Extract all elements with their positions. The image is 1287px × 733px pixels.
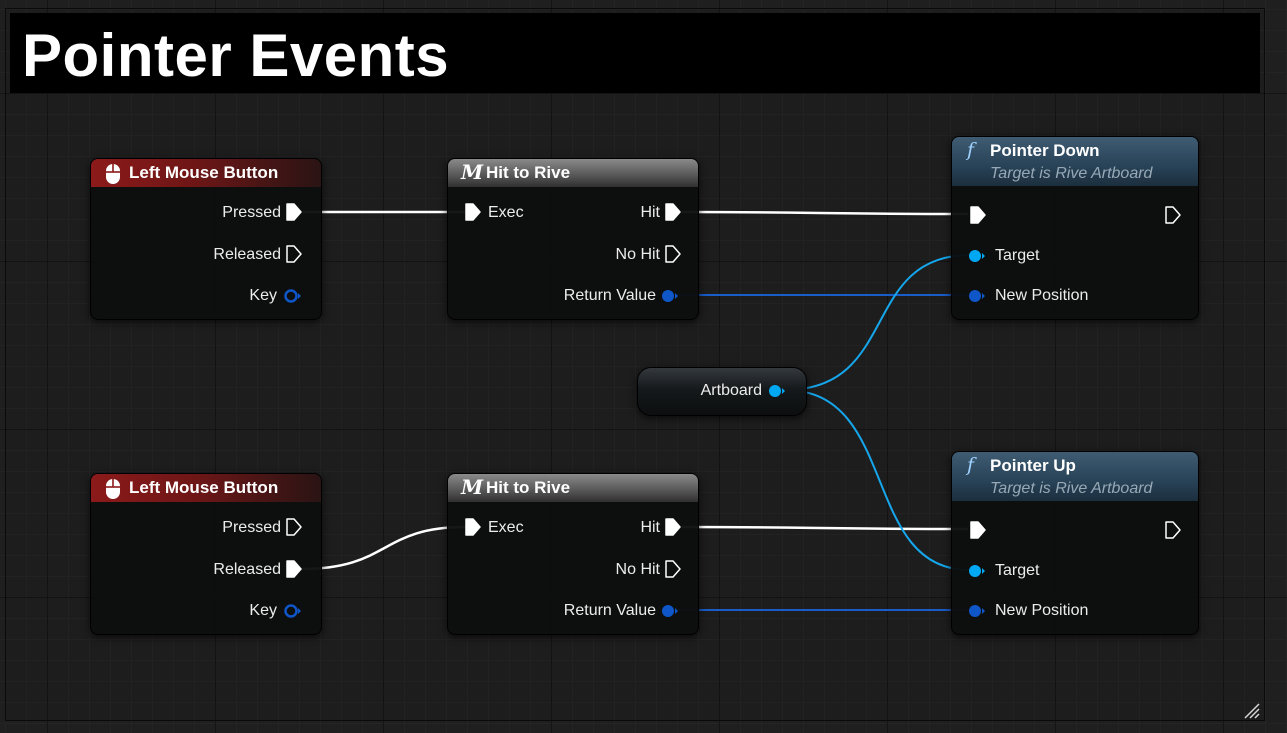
exec-in-pin-filled[interactable] (970, 521, 986, 539)
object-pin-filled[interactable] (968, 563, 986, 579)
exec-pin-filled[interactable] (286, 560, 302, 578)
exec-pin-filled[interactable] (665, 203, 681, 221)
object-pin-filled[interactable] (968, 248, 986, 264)
object-wire[interactable] (784, 389, 971, 571)
exec-pin-filled[interactable] (465, 203, 481, 221)
function-node-pointer-up[interactable]: f Pointer Up Target is Rive Artboard Tar… (951, 451, 1199, 635)
exec-pin-hollow[interactable] (665, 245, 681, 263)
pin-label-hit: Hit (640, 204, 660, 221)
pin-label-key: Key (249, 287, 277, 304)
pin-label-released: Released (213, 561, 281, 578)
macro-node-hit-to-rive[interactable]: M Hit to Rive Exec Hit No Hit Return Val… (447, 158, 699, 320)
struct-pin-hollow[interactable] (284, 288, 302, 304)
pin-label-pressed: Pressed (222, 204, 281, 221)
pin-label-exec: Exec (488, 519, 524, 536)
pin-label-released: Released (213, 246, 281, 263)
pin-label-new-position: New Position (995, 602, 1089, 619)
function-node-pointer-down[interactable]: f Pointer Down Target is Rive Artboard T… (951, 136, 1199, 320)
node-title: Left Mouse Button (129, 163, 279, 182)
variable-label: Artboard (700, 382, 762, 399)
exec-in-pin-filled[interactable] (970, 206, 986, 224)
exec-pin-filled[interactable] (665, 518, 681, 536)
event-node-left-mouse-button[interactable]: Left Mouse Button Pressed Released Key (90, 473, 322, 635)
node-title: Hit to Rive (486, 478, 571, 497)
exec-pin-filled[interactable] (286, 203, 302, 221)
exec-wire[interactable] (681, 210, 969, 216)
struct-pin-filled[interactable] (968, 603, 986, 619)
node-title: Hit to Rive (486, 163, 571, 182)
mouse-icon (106, 164, 120, 184)
macro-icon: M (461, 160, 484, 184)
function-icon: f (967, 454, 975, 476)
pin-label-no-hit: No Hit (615, 561, 660, 578)
pin-label-hit: Hit (640, 519, 660, 536)
event-node-left-mouse-button[interactable]: Left Mouse Button Pressed Released Key (90, 158, 322, 320)
node-subtitle: Target is Rive Artboard (990, 480, 1153, 497)
node-title: Left Mouse Button (129, 478, 279, 497)
exec-pin-filled[interactable] (465, 518, 481, 536)
struct-pin-filled[interactable] (968, 288, 986, 304)
exec-pin-hollow[interactable] (286, 245, 302, 263)
node-header[interactable]: f Pointer Up Target is Rive Artboard (952, 452, 1198, 501)
exec-pin-hollow[interactable] (286, 518, 302, 536)
node-header[interactable]: Left Mouse Button (91, 159, 321, 187)
struct-pin-filled[interactable] (661, 603, 679, 619)
node-header[interactable]: M Hit to Rive (448, 474, 698, 502)
resize-grip-icon[interactable] (1242, 701, 1260, 719)
pin-label-pressed: Pressed (222, 519, 281, 536)
pin-label-key: Key (249, 602, 277, 619)
exec-wire[interactable] (681, 525, 969, 531)
pin-label-exec: Exec (488, 204, 524, 221)
exec-pin-hollow[interactable] (665, 560, 681, 578)
pin-label-no-hit: No Hit (615, 246, 660, 263)
pin-label-return-value: Return Value (563, 602, 656, 619)
pin-label-target: Target (995, 562, 1040, 579)
exec-out-pin-hollow[interactable] (1165, 206, 1181, 224)
struct-pin-hollow[interactable] (284, 603, 302, 619)
node-header[interactable]: M Hit to Rive (448, 159, 698, 187)
object-pin-filled[interactable] (768, 383, 786, 399)
exec-out-pin-hollow[interactable] (1165, 521, 1181, 539)
node-header[interactable]: Left Mouse Button (91, 474, 321, 502)
macro-icon: M (461, 475, 484, 499)
exec-wire[interactable] (300, 525, 466, 571)
mouse-icon (106, 479, 120, 499)
struct-pin-filled[interactable] (661, 288, 679, 304)
pin-label-new-position: New Position (995, 287, 1089, 304)
pin-label-target: Target (995, 247, 1040, 264)
macro-node-hit-to-rive[interactable]: M Hit to Rive Exec Hit No Hit Return Val… (447, 473, 699, 635)
node-title: Pointer Up (990, 456, 1076, 475)
node-title: Pointer Down (990, 141, 1100, 160)
function-icon: f (967, 139, 975, 161)
node-subtitle: Target is Rive Artboard (990, 165, 1153, 182)
object-wire[interactable] (784, 254, 971, 391)
pin-label-return-value: Return Value (563, 287, 656, 304)
variable-node-artboard[interactable]: Artboard (637, 367, 807, 416)
node-header[interactable]: f Pointer Down Target is Rive Artboard (952, 137, 1198, 186)
